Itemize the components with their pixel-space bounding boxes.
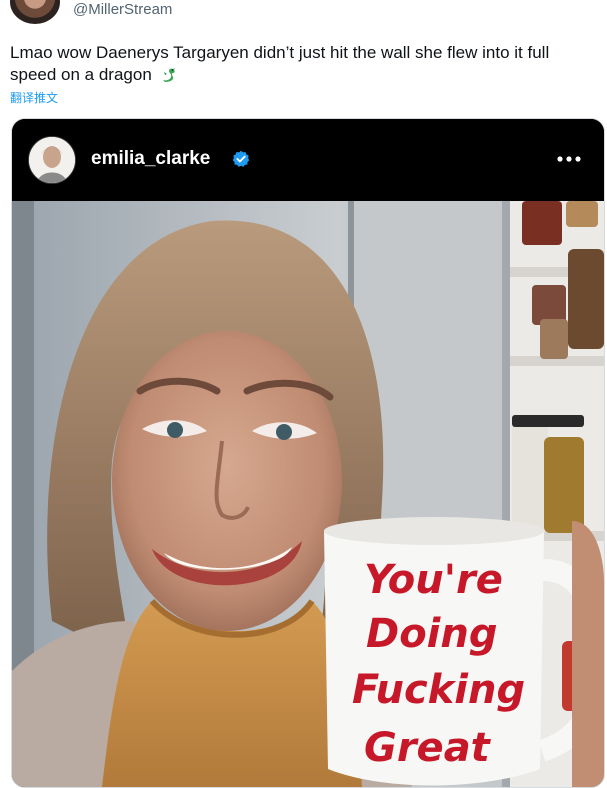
mug-text-line-3: Fucking [352,667,525,713]
author-handle[interactable]: @MillerStream [73,1,172,18]
translate-tweet-link[interactable]: 翻译推文 [10,89,58,106]
instagram-post-header: emilia_clarke [12,119,604,201]
mug-text-line-2: Doing [366,611,498,657]
verified-badge-icon [232,150,250,168]
instagram-username[interactable]: emilia_clarke [91,148,210,170]
post-photo[interactable]: You're Doing Fucking Great [12,201,604,787]
tweet-text: Lmao wow Daenerys Targaryen didn’t just … [10,42,600,86]
media-card[interactable]: emilia_clarke You're Doing Fucking Great [11,118,605,788]
author-avatar[interactable] [10,0,60,24]
mug-text-line-4: Great [364,725,492,771]
dragon-icon [160,65,178,83]
instagram-avatar[interactable] [28,136,76,184]
tweet-header: @MillerStream [0,0,607,30]
tweet-text-content: Lmao wow Daenerys Targaryen didn’t just … [10,43,550,84]
more-options-icon[interactable] [555,149,583,169]
person-face [112,331,342,631]
mug-text-line-1: You're [364,557,503,603]
